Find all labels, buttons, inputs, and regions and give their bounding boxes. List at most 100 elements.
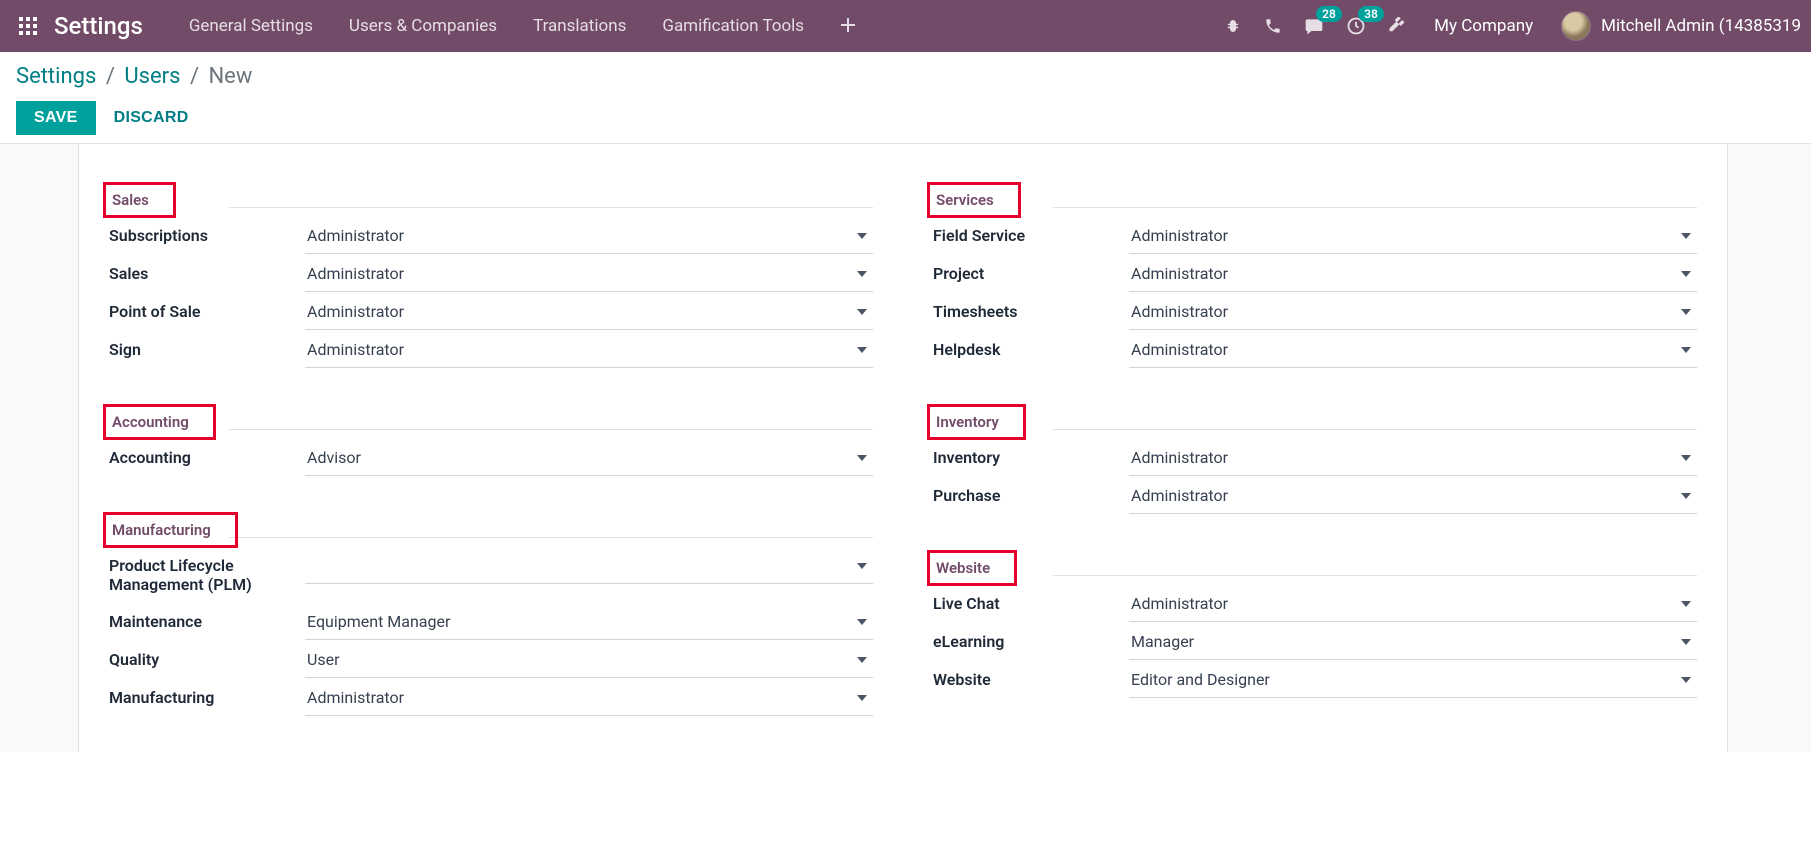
discard-button[interactable]: DISCARD <box>114 109 189 127</box>
field-row: Product Lifecycle Management (PLM) <box>109 548 873 602</box>
chevron-down-icon <box>857 455 867 461</box>
app-title[interactable]: Settings <box>54 12 143 40</box>
field-row: PurchaseAdministrator <box>933 478 1697 514</box>
nav-item-users[interactable]: Users & Companies <box>331 0 515 52</box>
field-select-sales[interactable]: Administrator <box>305 256 873 292</box>
section-head-accounting: Accounting <box>103 404 216 440</box>
field-row: InventoryAdministrator <box>933 440 1697 476</box>
chevron-down-icon <box>1681 493 1691 499</box>
control-panel: Settings / Users / New SAVE DISCARD <box>0 52 1811 144</box>
field-select-live-chat[interactable]: Administrator <box>1129 586 1697 622</box>
field-select-point-of-sale[interactable]: Administrator <box>305 294 873 330</box>
right-column: ServicesField ServiceAdministratorProjec… <box>933 172 1697 742</box>
field-select-maintenance[interactable]: Equipment Manager <box>305 604 873 640</box>
field-select-project[interactable]: Administrator <box>1129 256 1697 292</box>
field-row: MaintenanceEquipment Manager <box>109 604 873 640</box>
section-head-manufacturing: Manufacturing <box>103 512 238 548</box>
user-menu[interactable]: Mitchell Admin (14385319 <box>1561 11 1801 41</box>
cp-buttons: SAVE DISCARD <box>16 101 1795 135</box>
field-select-timesheets[interactable]: Administrator <box>1129 294 1697 330</box>
field-label: Quality <box>109 642 305 677</box>
chevron-down-icon <box>857 271 867 277</box>
field-select-website[interactable]: Editor and Designer <box>1129 662 1697 698</box>
crumb-sep: / <box>186 64 203 89</box>
field-select-accounting[interactable]: Advisor <box>305 440 873 476</box>
chevron-down-icon <box>857 347 867 353</box>
field-label: Sales <box>109 256 305 291</box>
field-select-purchase[interactable]: Administrator <box>1129 478 1697 514</box>
field-select-inventory[interactable]: Administrator <box>1129 440 1697 476</box>
field-label: Field Service <box>933 218 1129 253</box>
field-label: Timesheets <box>933 294 1129 329</box>
crumb-settings[interactable]: Settings <box>16 64 96 89</box>
nav-item-translations[interactable]: Translations <box>515 0 644 52</box>
chevron-down-icon <box>1681 455 1691 461</box>
activities-icon[interactable]: 38 <box>1346 16 1366 36</box>
form-sheet: SalesSubscriptionsAdministratorSalesAdmi… <box>78 144 1728 752</box>
field-select-manufacturing[interactable]: Administrator <box>305 680 873 716</box>
section-rule <box>229 429 873 430</box>
field-select-sign[interactable]: Administrator <box>305 332 873 368</box>
field-row: ProjectAdministrator <box>933 256 1697 292</box>
field-row: SalesAdministrator <box>109 256 873 292</box>
nav-menu: General Settings Users & Companies Trans… <box>171 0 874 52</box>
field-row: Field ServiceAdministrator <box>933 218 1697 254</box>
chevron-down-icon <box>1681 271 1691 277</box>
apps-icon[interactable] <box>18 16 38 36</box>
nav-item-gamification[interactable]: Gamification Tools <box>644 0 822 52</box>
section-head-services: Services <box>927 182 1021 218</box>
tools-icon[interactable] <box>1388 17 1406 35</box>
field-row: TimesheetsAdministrator <box>933 294 1697 330</box>
section-head-website: Website <box>927 550 1017 586</box>
field-row: WebsiteEditor and Designer <box>933 662 1697 698</box>
form-bg: SalesSubscriptionsAdministratorSalesAdmi… <box>0 144 1811 752</box>
field-select-helpdesk[interactable]: Administrator <box>1129 332 1697 368</box>
systray: 28 38 My Company Mitchell Admin (1438531… <box>1224 11 1801 41</box>
field-label: Maintenance <box>109 604 305 639</box>
nav-item-general[interactable]: General Settings <box>171 0 331 52</box>
field-select-product-lifecycle-management-plm-[interactable] <box>305 548 873 584</box>
section-head-inventory: Inventory <box>927 404 1026 440</box>
crumb-current: New <box>208 64 252 89</box>
crumb-users[interactable]: Users <box>124 64 180 89</box>
avatar <box>1561 11 1591 41</box>
field-row: QualityUser <box>109 642 873 678</box>
navbar: Settings General Settings Users & Compan… <box>0 0 1811 52</box>
bug-icon[interactable] <box>1224 17 1242 35</box>
messages-badge: 28 <box>1316 6 1342 22</box>
nav-new-icon[interactable] <box>822 14 874 39</box>
field-label: Accounting <box>109 440 305 475</box>
activities-badge: 38 <box>1358 6 1384 22</box>
field-label: Manufacturing <box>109 680 305 715</box>
section-rule <box>229 537 873 538</box>
field-label: Inventory <box>933 440 1129 475</box>
chevron-down-icon <box>1681 347 1691 353</box>
save-button[interactable]: SAVE <box>16 101 96 135</box>
field-select-quality[interactable]: User <box>305 642 873 678</box>
chevron-down-icon <box>1681 601 1691 607</box>
field-row: AccountingAdvisor <box>109 440 873 476</box>
chevron-down-icon <box>1681 233 1691 239</box>
field-select-elearning[interactable]: Manager <box>1129 624 1697 660</box>
field-row: HelpdeskAdministrator <box>933 332 1697 368</box>
chevron-down-icon <box>857 695 867 701</box>
messages-icon[interactable]: 28 <box>1304 16 1324 36</box>
field-label: Helpdesk <box>933 332 1129 367</box>
field-label: Live Chat <box>933 586 1129 621</box>
field-select-subscriptions[interactable]: Administrator <box>305 218 873 254</box>
chevron-down-icon <box>857 619 867 625</box>
chevron-down-icon <box>1681 309 1691 315</box>
field-row: Point of SaleAdministrator <box>109 294 873 330</box>
section-rule <box>1053 575 1697 576</box>
crumb-sep: / <box>102 64 119 89</box>
field-row: SubscriptionsAdministrator <box>109 218 873 254</box>
user-name: Mitchell Admin (14385319 <box>1601 16 1801 36</box>
chevron-down-icon <box>1681 677 1691 683</box>
field-select-field-service[interactable]: Administrator <box>1129 218 1697 254</box>
company-switcher[interactable]: My Company <box>1434 16 1533 36</box>
phone-icon[interactable] <box>1264 17 1282 35</box>
section-head-sales: Sales <box>103 182 176 218</box>
section-rule <box>229 207 873 208</box>
field-label: Purchase <box>933 478 1129 513</box>
field-label: Subscriptions <box>109 218 305 253</box>
